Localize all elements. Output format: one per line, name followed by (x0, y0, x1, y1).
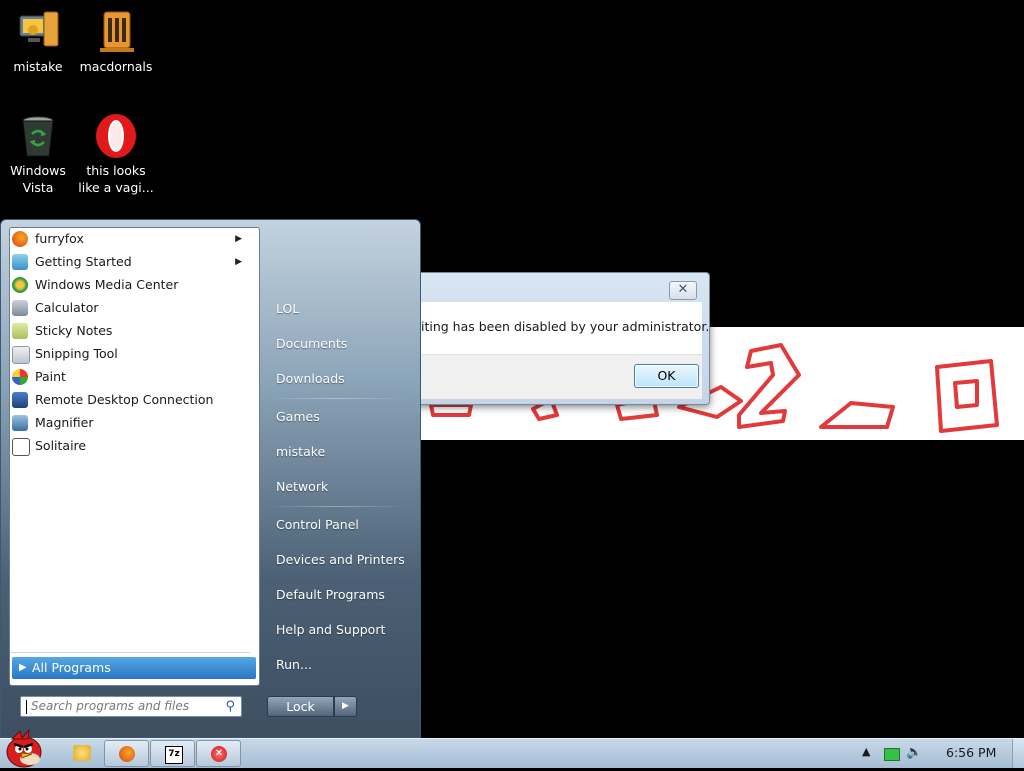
ok-button[interactable]: OK (634, 364, 699, 388)
desktop-icon-label: macdornals (79, 59, 153, 74)
error-app-icon: ✕ (211, 746, 227, 762)
opera-icon (92, 112, 140, 160)
start-item-run[interactable]: Run... (276, 655, 312, 675)
solitaire-icon (12, 438, 30, 456)
all-programs-separator (10, 652, 250, 653)
program-item-windows-media-center[interactable]: Windows Media Center (10, 274, 250, 296)
right-separator (266, 398, 408, 399)
desktop-icon-windows-vista[interactable]: Windows Vista (0, 112, 76, 196)
search-icon[interactable]: ⚲ (225, 699, 235, 714)
explorer-icon (73, 745, 91, 761)
7zip-icon: 7z (165, 746, 183, 764)
right-separator (266, 506, 408, 507)
show-hidden-icons-button[interactable]: ▲ (862, 745, 870, 758)
policy-dialog: ✕ iting has been disabled by your admini… (412, 272, 710, 405)
program-label: Snipping Tool (35, 346, 118, 361)
dialog-message: iting has been disabled by your administ… (421, 319, 710, 334)
start-button[interactable] (2, 728, 46, 768)
program-label: Getting Started (35, 254, 132, 269)
submenu-arrow-icon: ▶ (235, 234, 242, 244)
start-item-lol[interactable]: LOL (276, 299, 299, 319)
clock[interactable]: 6:56 PM (946, 745, 996, 760)
start-item-documents[interactable]: Documents (276, 334, 347, 354)
recycle-bin-icon (14, 112, 62, 160)
program-label: Solitaire (35, 438, 87, 453)
start-item-help-support[interactable]: Help and Support (276, 620, 385, 640)
paint-icon (12, 369, 28, 385)
start-item-mistake[interactable]: mistake (276, 442, 325, 462)
program-label: furryfox (35, 231, 84, 246)
program-item-magnifier[interactable]: Magnifier (10, 412, 250, 434)
all-programs-button[interactable]: ▶ All Programs (12, 657, 256, 679)
taskbar-7zip-button[interactable]: 7z (150, 740, 195, 767)
program-label: Calculator (35, 300, 99, 315)
desktop-icon-opera[interactable]: this looks like a vagi... (78, 112, 154, 196)
calculator-icon (12, 300, 28, 316)
program-label: Windows Media Center (35, 277, 179, 292)
taskbar-firefox-button[interactable] (104, 740, 149, 767)
program-item-solitaire[interactable]: Solitaire (10, 435, 250, 457)
program-item-getting-started[interactable]: Getting Started ▶ (10, 251, 250, 273)
program-item-calculator[interactable]: Calculator (10, 297, 250, 319)
dialog-footer: OK (421, 354, 702, 399)
firefox-icon (119, 746, 135, 762)
volume-icon[interactable]: 🔈 (906, 745, 922, 760)
getting-started-icon (12, 254, 28, 270)
start-item-control-panel[interactable]: Control Panel (276, 515, 359, 535)
program-label: Magnifier (35, 415, 94, 430)
text-caret (26, 700, 27, 714)
all-programs-label: All Programs (32, 660, 111, 675)
snipping-tool-icon (12, 346, 30, 364)
firefox-icon (12, 231, 28, 247)
program-item-sticky-notes[interactable]: Sticky Notes (10, 320, 250, 342)
program-label: Sticky Notes (35, 323, 113, 338)
desktop-icon-mistake[interactable]: mistake (0, 8, 76, 75)
desktop-icon-label: Windows (10, 163, 66, 178)
taskbar-error-app-button[interactable]: ✕ (196, 740, 241, 767)
start-item-devices-printers[interactable]: Devices and Printers (276, 550, 405, 570)
computer-folder-icon (14, 8, 62, 56)
dialog-body: iting has been disabled by your administ… (421, 302, 709, 354)
program-label: Remote Desktop Connection (35, 392, 214, 407)
angry-bird-start-icon (6, 728, 42, 768)
sticky-notes-icon (12, 323, 28, 339)
search-placeholder: Search programs and files (31, 699, 189, 713)
program-item-snipping-tool[interactable]: Snipping Tool (10, 343, 250, 365)
show-desktop-button[interactable] (1012, 739, 1024, 768)
remote-desktop-icon (12, 392, 28, 408)
expand-arrow-icon: ▶ (19, 662, 27, 673)
network-icon[interactable] (884, 748, 900, 761)
magnifier-icon (12, 415, 28, 431)
book-folder-icon (92, 8, 140, 56)
start-item-downloads[interactable]: Downloads (276, 369, 345, 389)
media-center-icon (12, 277, 28, 293)
program-label: Paint (35, 369, 66, 384)
submenu-arrow-icon: ▶ (235, 257, 242, 267)
program-item-paint[interactable]: Paint (10, 366, 250, 388)
shutdown-options-button[interactable]: ▶ (334, 696, 357, 717)
start-item-default-programs[interactable]: Default Programs (276, 585, 385, 605)
program-item-furryfox[interactable]: furryfox ▶ (10, 228, 250, 250)
search-programs-input[interactable]: Search programs and files ⚲ (20, 696, 242, 717)
program-item-remote-desktop[interactable]: Remote Desktop Connection (10, 389, 250, 411)
taskbar-explorer-button[interactable] (62, 740, 102, 767)
desktop-icon-label-line2: like a vagi... (78, 180, 154, 195)
desktop-icon-label-line2: Vista (22, 180, 54, 195)
desktop-icon-macdornals[interactable]: macdornals (78, 8, 154, 75)
start-item-games[interactable]: Games (276, 407, 320, 427)
start-item-network[interactable]: Network (276, 477, 328, 497)
lock-button[interactable]: Lock (267, 696, 334, 717)
dialog-close-button[interactable]: ✕ (669, 281, 697, 300)
desktop-icon-label: this looks (86, 163, 146, 178)
desktop-icon-label: mistake (13, 59, 63, 74)
